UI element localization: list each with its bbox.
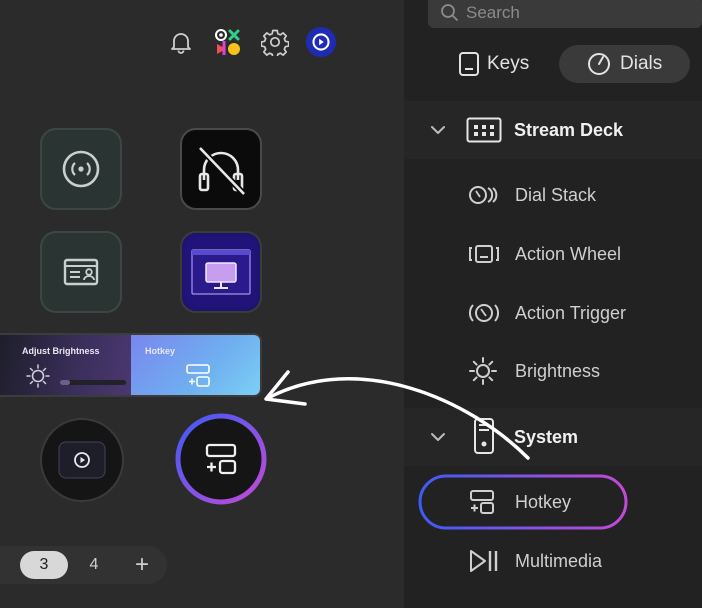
tab-dials[interactable]: Dials <box>559 45 690 83</box>
key-icon <box>459 52 479 76</box>
dial-adjust-brightness-panel[interactable]: Adjust Brightness <box>0 335 131 395</box>
page-3-button[interactable]: 3 <box>20 551 68 579</box>
page-switcher: 3 4 + <box>0 546 167 584</box>
knob-elgato[interactable] <box>40 418 124 502</box>
action-brightness[interactable]: Brightness <box>404 342 702 400</box>
dial-hotkey-panel[interactable]: Hotkey <box>131 335 260 395</box>
monitor-icon <box>185 236 257 308</box>
marketplace-icon[interactable] <box>212 26 244 58</box>
add-page-button[interactable]: + <box>122 551 162 579</box>
elgato-logo-icon <box>58 441 106 479</box>
settings-icon[interactable] <box>259 26 291 58</box>
knob-hotkey[interactable] <box>174 412 268 506</box>
hotkey-icon <box>175 413 267 505</box>
category-label: System <box>514 426 579 447</box>
search-placeholder: Search <box>466 3 520 22</box>
system-device-icon <box>474 418 494 454</box>
search-input[interactable]: Search <box>428 0 702 28</box>
key-monitor-tile[interactable] <box>180 231 262 313</box>
broadcast-icon <box>62 150 100 188</box>
touch-strip[interactable]: Adjust Brightness Hotkey <box>0 333 262 397</box>
action-wheel-icon <box>469 245 499 263</box>
page-4-button[interactable]: 4 <box>76 551 112 579</box>
action-label: Action Wheel <box>515 243 622 264</box>
chevron-down-icon <box>431 126 445 134</box>
play-pause-icon <box>470 550 498 572</box>
canvas-panel: Adjust Brightness Hotkey 3 4 + <box>0 0 404 608</box>
actions-panel: Search Keys Dials Stream Deck Dial Stack… <box>404 0 702 608</box>
bell-icon[interactable] <box>165 26 197 58</box>
action-label: Action Trigger <box>515 302 627 323</box>
action-label: Dial Stack <box>515 184 597 205</box>
search-icon <box>441 4 458 21</box>
tab-label: Keys <box>487 53 530 74</box>
action-action-wheel[interactable]: Action Wheel <box>404 225 702 283</box>
chevron-down-icon <box>431 433 445 441</box>
action-label: Multimedia <box>515 550 603 571</box>
action-dial-stack[interactable]: Dial Stack <box>404 166 702 224</box>
sun-icon <box>26 364 126 388</box>
key-headphones-muted-tile[interactable] <box>180 128 262 210</box>
action-label: Brightness <box>515 360 601 381</box>
tab-keys[interactable]: Keys <box>448 45 548 83</box>
action-trigger-icon <box>469 304 499 322</box>
tab-label: Dials <box>620 53 663 74</box>
sun-icon <box>469 357 497 385</box>
dial-icon <box>588 53 610 75</box>
headphones-muted-icon <box>197 145 247 197</box>
hotkey-icon <box>470 490 494 514</box>
category-label: Stream Deck <box>514 119 624 140</box>
key-id-card-tile[interactable] <box>40 231 122 313</box>
action-action-trigger[interactable]: Action Trigger <box>404 284 702 342</box>
action-hotkey[interactable]: Hotkey <box>404 473 702 531</box>
hotkey-icon <box>186 364 210 387</box>
dial-stack-icon <box>469 186 498 204</box>
category-stream-deck[interactable]: Stream Deck <box>404 101 702 159</box>
key-broadcast-tile[interactable] <box>40 128 122 210</box>
id-card-icon <box>63 258 99 286</box>
category-system[interactable]: System <box>404 408 702 466</box>
action-multimedia[interactable]: Multimedia <box>404 532 702 590</box>
stream-deck-icon <box>466 117 502 143</box>
elgato-logo-icon[interactable] <box>305 26 337 58</box>
action-label: Hotkey <box>515 491 572 512</box>
